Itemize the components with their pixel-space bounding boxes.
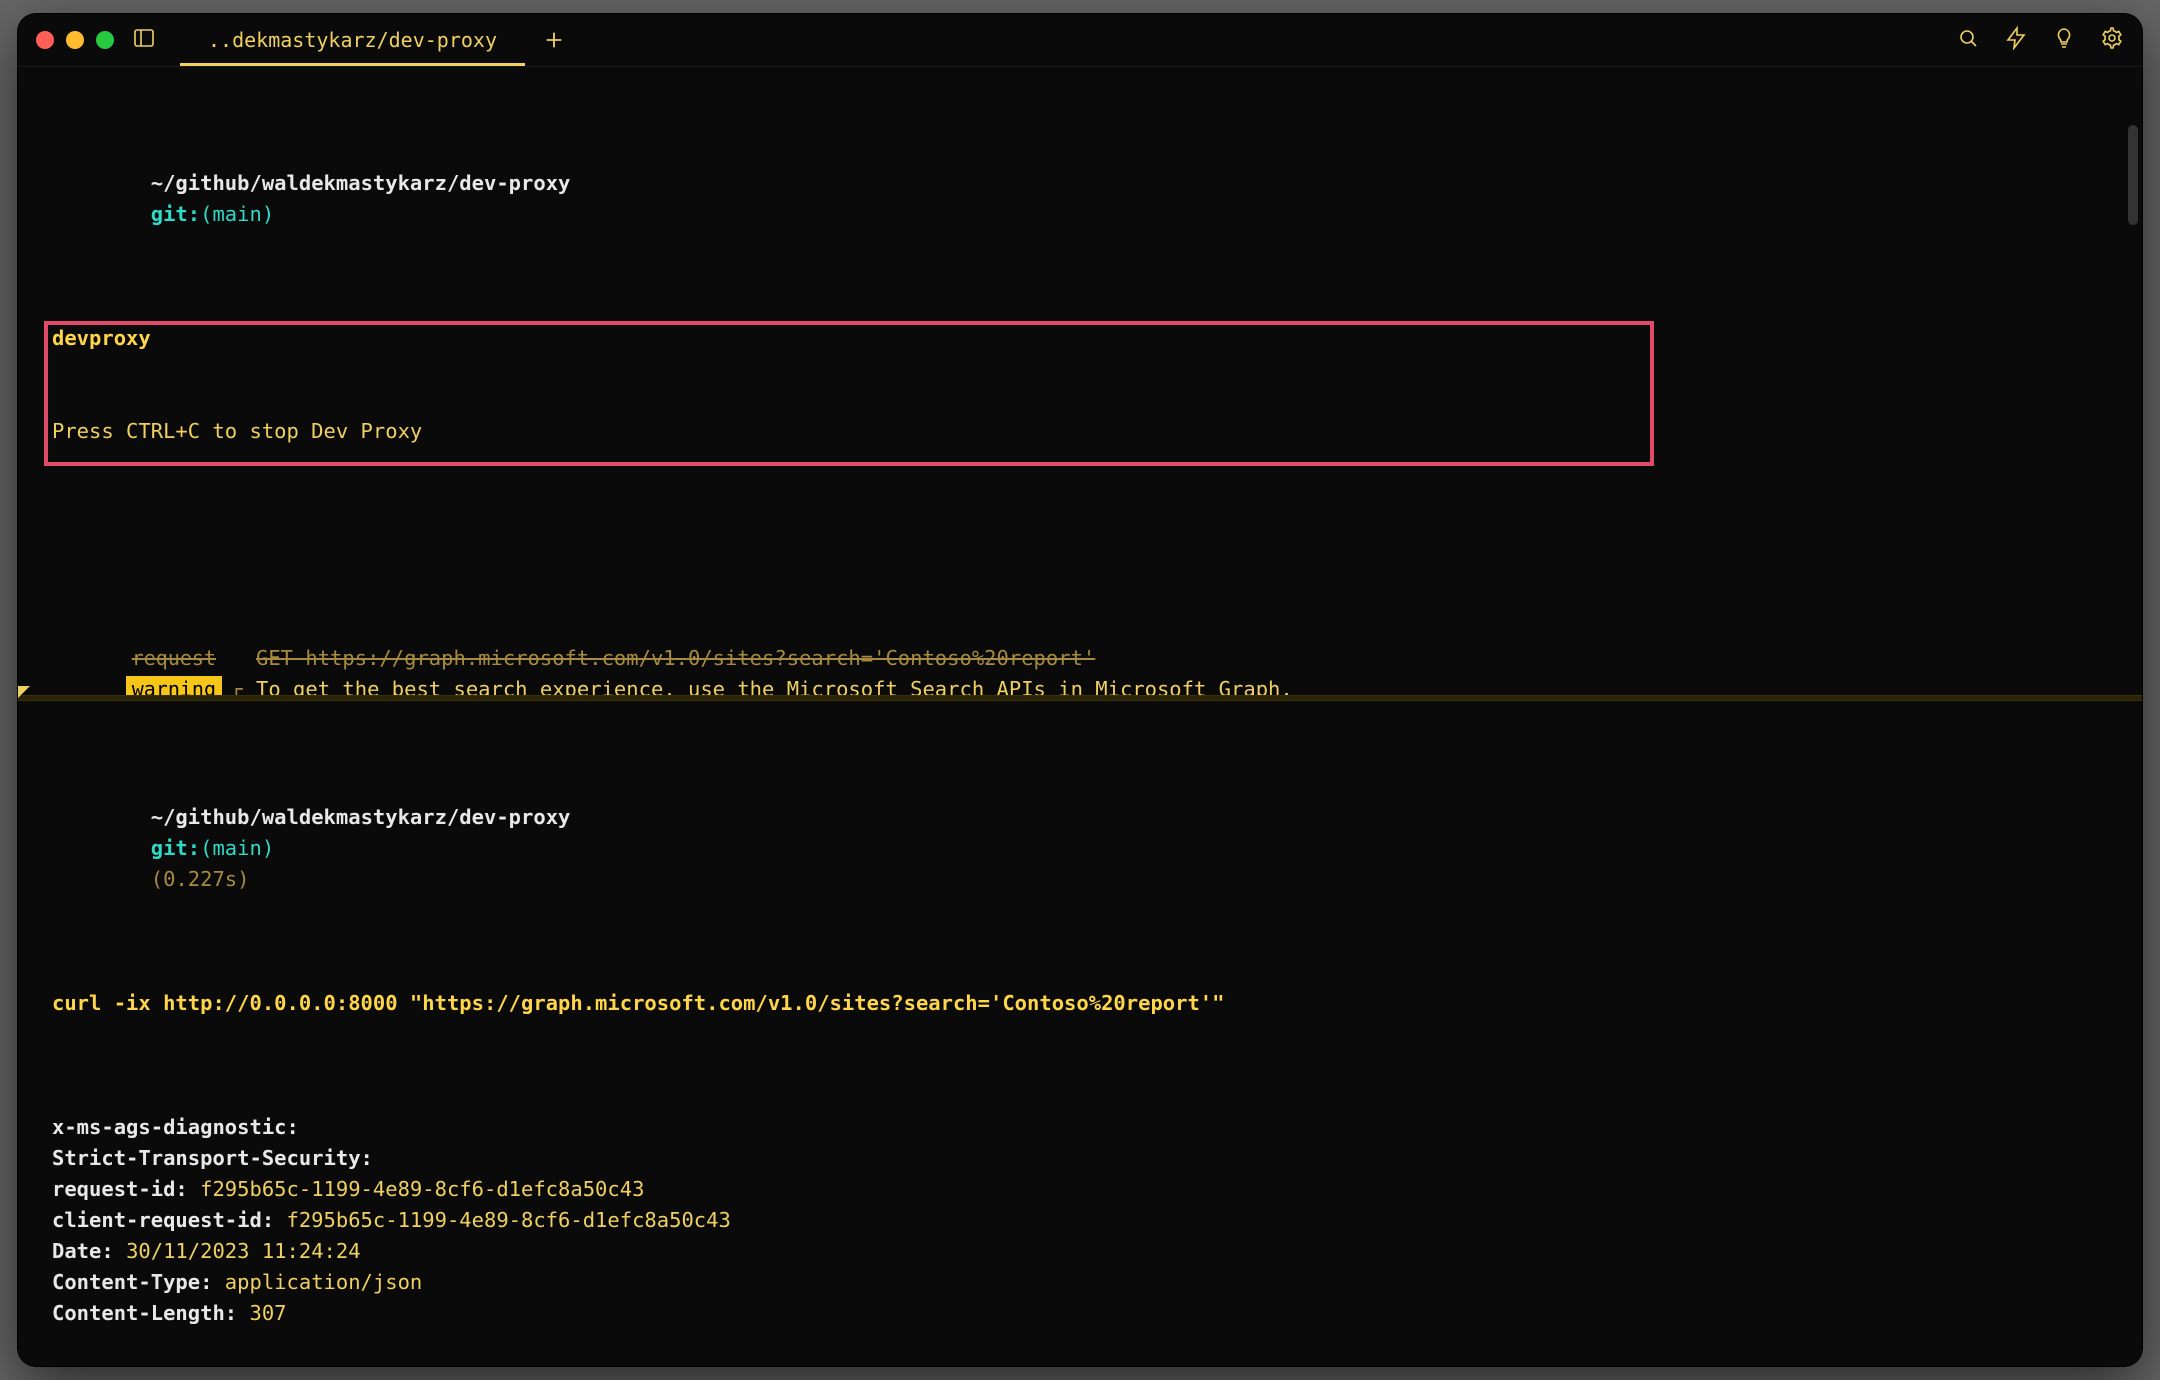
prompt-line: ~/github/waldekmastykarz/dev-proxy git:(… bbox=[52, 771, 2108, 926]
terminal-body: ~/github/waldekmastykarz/dev-proxy git:(… bbox=[18, 67, 2142, 1366]
header-line: Date: 30/11/2023 11:24:24 bbox=[52, 1236, 2108, 1267]
new-tab-button[interactable] bbox=[525, 14, 583, 66]
header-value: 30/11/2023 11:24:24 bbox=[126, 1239, 361, 1263]
header-line: x-ms-ags-diagnostic: bbox=[52, 1112, 2108, 1143]
titlebar-actions bbox=[1956, 26, 2124, 54]
log-text: To get the best search experience, use t… bbox=[256, 674, 2108, 695]
prompt-path: ~/github/waldekmastykarz/dev-proxy bbox=[151, 805, 571, 829]
titlebar: ..dekmastykarz/dev-proxy bbox=[18, 14, 2142, 66]
prompt-line: ~/github/waldekmastykarz/dev-proxy git:(… bbox=[52, 137, 2108, 261]
header-key: x-ms-ags-diagnostic: bbox=[52, 1115, 311, 1139]
log-tag-request: request bbox=[126, 645, 222, 672]
log-row: request GET https://graph.microsoft.com/v… bbox=[52, 643, 2108, 674]
header-key: Strict-Transport-Security: bbox=[52, 1146, 385, 1170]
bulb-icon[interactable] bbox=[2052, 26, 2076, 54]
log-output: request GET https://graph.microsoft.com/v… bbox=[52, 643, 2108, 695]
command-line: devproxy bbox=[52, 323, 2108, 354]
header-key: request-id: bbox=[52, 1177, 200, 1201]
header-value: f295b65c-1199-4e89-8cf6-d1efc8a50c43 bbox=[200, 1177, 644, 1201]
header-line: Content-Type: application/json bbox=[52, 1267, 2108, 1298]
log-bracket: ┌ bbox=[222, 674, 256, 695]
gear-icon[interactable] bbox=[2100, 26, 2124, 54]
terminal-window: ..dekmastykarz/dev-proxy ~/github/waldek… bbox=[18, 14, 2142, 1366]
prompt-git-args: (main) bbox=[200, 202, 274, 226]
search-icon[interactable] bbox=[1956, 26, 1980, 54]
header-line: request-id: f295b65c-1199-4e89-8cf6-d1ef… bbox=[52, 1174, 2108, 1205]
header-key: client-request-id: bbox=[52, 1208, 287, 1232]
tab-bar: ..dekmastykarz/dev-proxy bbox=[180, 14, 1938, 66]
log-tag-col: request bbox=[52, 643, 222, 672]
log-text: GET https://graph.microsoft.com/v1.0/sit… bbox=[256, 643, 2108, 674]
minimize-icon[interactable] bbox=[66, 31, 84, 49]
log-row: warning┌To get the best search experienc… bbox=[52, 674, 2108, 695]
header-line: Content-Length: 307 bbox=[52, 1298, 2108, 1329]
header-key: Content-Type: bbox=[52, 1270, 225, 1294]
header-line: Strict-Transport-Security: bbox=[52, 1143, 2108, 1174]
bolt-icon[interactable] bbox=[2004, 26, 2028, 54]
header-value: 307 bbox=[249, 1301, 286, 1325]
prompt-git: git: bbox=[151, 202, 200, 226]
command-line: curl -ix http://0.0.0.0:8000 "https://gr… bbox=[52, 988, 2108, 1019]
prompt-git: git: bbox=[151, 836, 200, 860]
response-headers: x-ms-ags-diagnostic: Strict-Transport-Se… bbox=[52, 1112, 2108, 1329]
zoom-icon[interactable] bbox=[96, 31, 114, 49]
prompt-duration: (0.227s) bbox=[151, 867, 250, 891]
blank-line bbox=[52, 509, 2108, 540]
tab-label: ..dekmastykarz/dev-proxy bbox=[208, 28, 497, 52]
tab-dev-proxy[interactable]: ..dekmastykarz/dev-proxy bbox=[180, 14, 525, 66]
header-value: application/json bbox=[225, 1270, 422, 1294]
prompt-path: ~/github/waldekmastykarz/dev-proxy bbox=[151, 171, 571, 195]
pane-bottom[interactable]: ~/github/waldekmastykarz/dev-proxy git:(… bbox=[18, 701, 2142, 1366]
window-controls bbox=[36, 31, 114, 49]
header-key: Date: bbox=[52, 1239, 126, 1263]
log-tag-warning: warning bbox=[126, 676, 222, 695]
header-key: Content-Length: bbox=[52, 1301, 249, 1325]
close-icon[interactable] bbox=[36, 31, 54, 49]
panel-toggle-icon[interactable] bbox=[132, 26, 156, 54]
prompt-git-args: (main) bbox=[200, 836, 274, 860]
hint-line: Press CTRL+C to stop Dev Proxy bbox=[52, 416, 2108, 447]
pane-top[interactable]: ~/github/waldekmastykarz/dev-proxy git:(… bbox=[18, 67, 2142, 695]
log-tag-col: warning bbox=[52, 674, 222, 695]
header-value: f295b65c-1199-4e89-8cf6-d1efc8a50c43 bbox=[287, 1208, 731, 1232]
header-line: client-request-id: f295b65c-1199-4e89-8c… bbox=[52, 1205, 2108, 1236]
